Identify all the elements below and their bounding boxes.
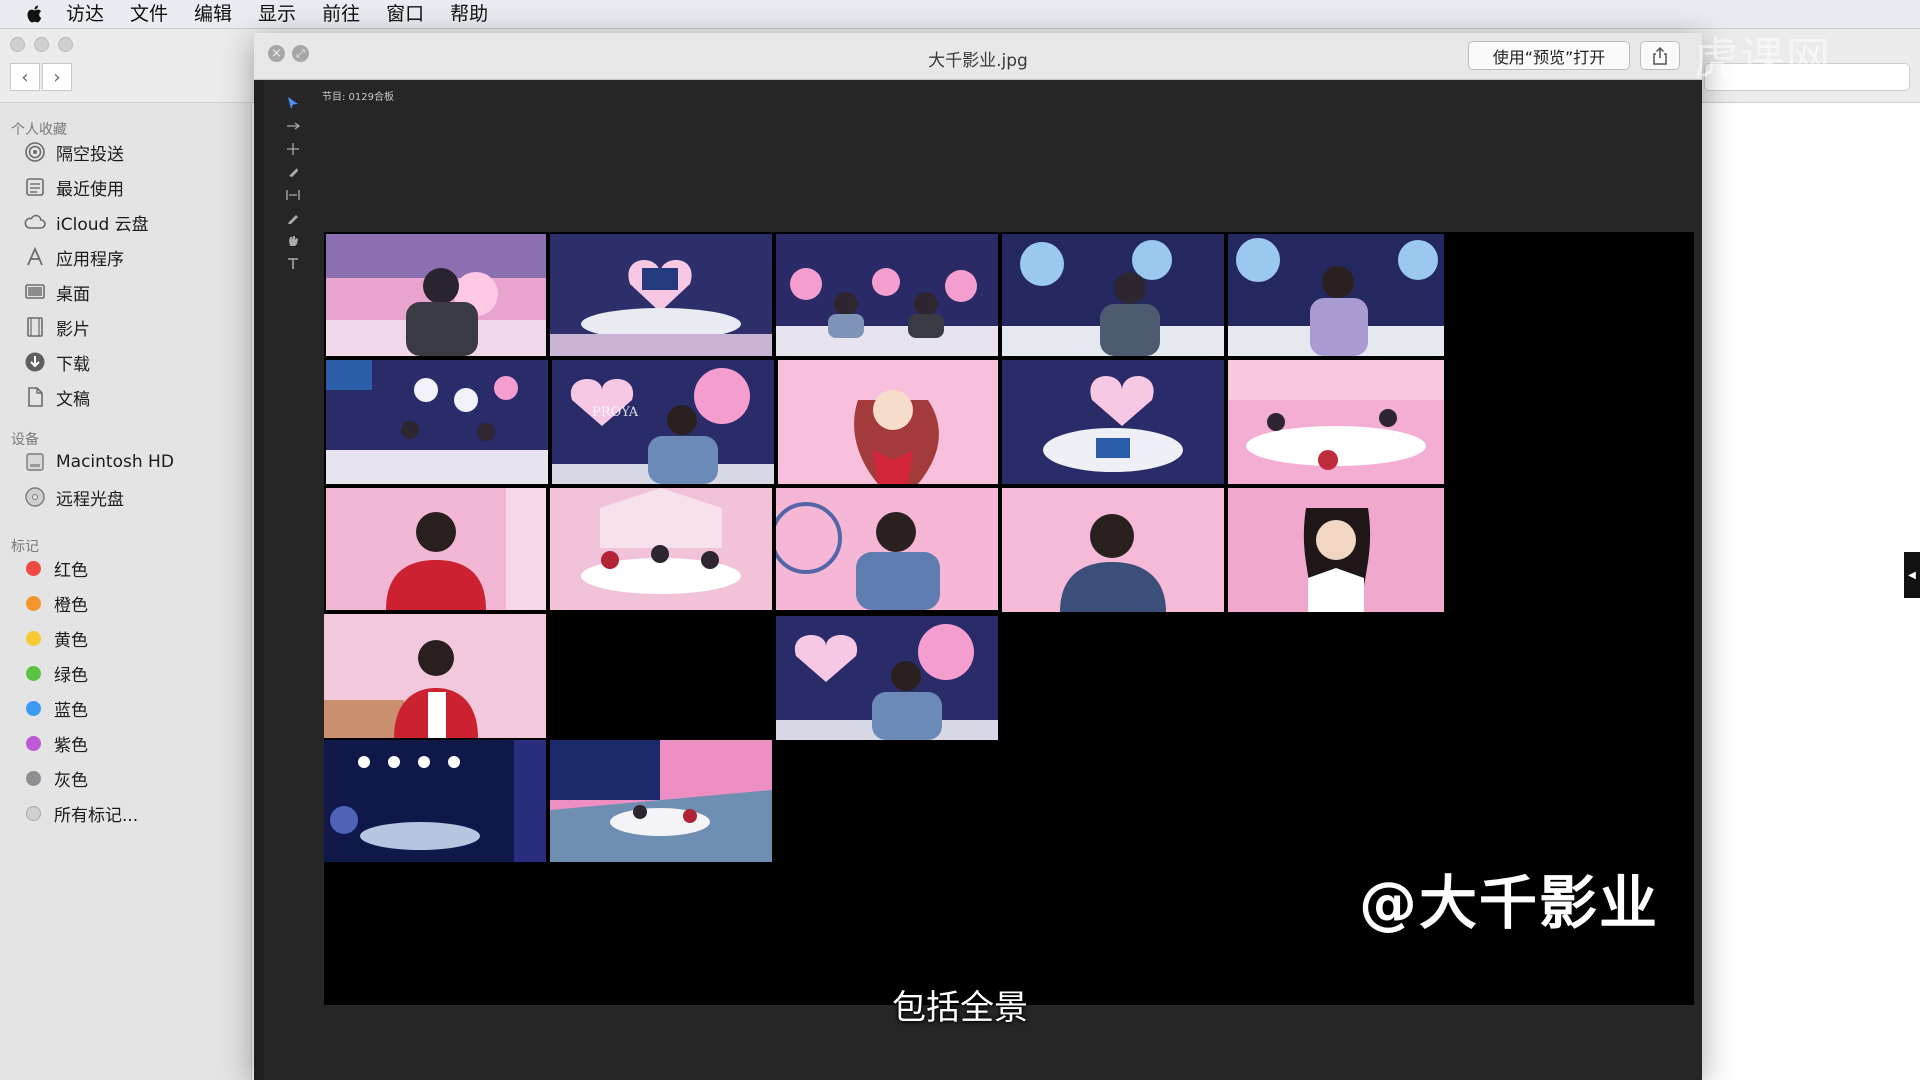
- thumbnail: [326, 488, 546, 610]
- pen-tool-icon: [284, 209, 302, 227]
- site-logo: 虎课网: [1694, 33, 1832, 84]
- downloads-icon: [22, 349, 48, 375]
- watermark-text: @大千影业: [1359, 869, 1660, 937]
- documents-icon: [22, 384, 48, 410]
- close-button[interactable]: [10, 37, 25, 52]
- tag-color-dot: [26, 770, 41, 786]
- menu-help[interactable]: 帮助: [450, 0, 488, 29]
- panel-toggle-button[interactable]: ◀: [1904, 552, 1920, 598]
- share-button[interactable]: [1640, 41, 1680, 70]
- thumbnail: [776, 234, 998, 356]
- chevron-left-icon: ◀: [1908, 569, 1916, 581]
- sidebar-tag-red[interactable]: 红色: [22, 553, 88, 583]
- tag-color-dot: [26, 700, 41, 716]
- sidebar-item-applications[interactable]: 应用程序: [22, 242, 124, 272]
- airdrop-icon: [22, 139, 48, 165]
- sidebar-item-documents[interactable]: 文稿: [22, 382, 90, 412]
- sidebar-item-downloads[interactable]: 下载: [22, 347, 90, 377]
- sidebar-item-desktop[interactable]: 桌面: [22, 277, 90, 307]
- quicklook-titlebar: × ⤢ 大千影业.jpg 使用“预览”打开: [254, 33, 1702, 80]
- thumbnail: [326, 234, 546, 356]
- all-tags-icon: [26, 805, 41, 821]
- finder-content: [1704, 103, 1920, 1080]
- sidebar-item-macintosh-hd[interactable]: Macintosh HD: [22, 447, 174, 477]
- panel-divider: [254, 80, 264, 1080]
- menu-file[interactable]: 文件: [130, 0, 168, 29]
- quicklook-window: × ⤢ 大千影业.jpg 使用“预览”打开 节目: 0129合板 PROYA @…: [254, 33, 1702, 1080]
- devices-header: 设备: [11, 432, 39, 448]
- thumbnail: [1228, 360, 1444, 484]
- sidebar-item-icloud[interactable]: iCloud 云盘: [22, 207, 149, 237]
- optical-disc-icon: [22, 484, 48, 510]
- sidebar-tag-gray[interactable]: 灰色: [22, 763, 88, 793]
- image-preview: 节目: 0129合板 PROYA @大千影业: [254, 80, 1702, 1080]
- open-with-preview-button[interactable]: 使用“预览”打开: [1468, 41, 1630, 70]
- recents-icon: [22, 174, 48, 200]
- sidebar-item-recents[interactable]: 最近使用: [22, 172, 124, 202]
- sidebar-tag-blue[interactable]: 蓝色: [22, 693, 88, 723]
- thumbnail: [550, 234, 772, 356]
- thumbnail: [1228, 234, 1444, 356]
- menu-view[interactable]: 显示: [258, 0, 296, 29]
- tag-color-dot: [26, 595, 41, 611]
- tag-color-dot: [26, 560, 41, 576]
- sidebar-tag-green[interactable]: 绿色: [22, 658, 88, 688]
- track-select-icon: [284, 117, 302, 135]
- tag-color-dot: [26, 665, 41, 681]
- applications-icon: [22, 244, 48, 270]
- disk-icon: [22, 449, 48, 475]
- back-button[interactable]: ‹: [10, 63, 40, 91]
- zoom-button[interactable]: [58, 37, 73, 52]
- sidebar-tag-orange[interactable]: 橙色: [22, 588, 88, 618]
- selection-tool-icon: [284, 94, 302, 112]
- thumbnail: [324, 614, 546, 738]
- menu-bar: 访达 文件 编辑 显示 前往 窗口 帮助: [0, 0, 1920, 29]
- sidebar-all-tags[interactable]: 所有标记...: [22, 798, 138, 828]
- menu-edit[interactable]: 编辑: [194, 0, 232, 29]
- sidebar-item-airdrop[interactable]: 隔空投送: [22, 137, 124, 167]
- sidebar-tag-yellow[interactable]: 黄色: [22, 623, 88, 653]
- chevron-left-icon: ‹: [21, 66, 29, 88]
- cloud-icon: [22, 209, 48, 235]
- razor-tool-icon: [284, 163, 302, 181]
- share-icon: [1653, 46, 1667, 65]
- thumbnail: [776, 488, 998, 610]
- chevron-right-icon: ›: [53, 66, 61, 88]
- forward-button[interactable]: ›: [42, 63, 72, 91]
- apple-icon[interactable]: [26, 4, 44, 24]
- thumbnail: [550, 740, 772, 862]
- thumbnail: [1002, 488, 1224, 612]
- menu-go[interactable]: 前往: [322, 0, 360, 29]
- brand-label: PROYA: [592, 405, 639, 420]
- slip-tool-icon: [284, 186, 302, 204]
- minimize-button[interactable]: [34, 37, 49, 52]
- desktop-icon: [22, 279, 48, 305]
- ripple-edit-icon: [284, 140, 302, 158]
- tool-strip: [272, 80, 314, 1080]
- sidebar-tag-purple[interactable]: 紫色: [22, 728, 88, 758]
- thumbnail: [326, 360, 548, 484]
- sidebar-item-movies[interactable]: 影片: [22, 312, 90, 342]
- type-tool-icon: [284, 255, 302, 273]
- sidebar-item-remote-disc[interactable]: 远程光盘: [22, 482, 124, 512]
- thumbnail: [550, 488, 772, 610]
- thumbnail: [776, 616, 998, 740]
- tag-color-dot: [26, 735, 41, 751]
- favorites-header: 个人收藏: [11, 122, 67, 138]
- thumbnail: [778, 360, 998, 484]
- finder-sidebar: 个人收藏 隔空投送 最近使用 iCloud 云盘 应用程序 桌面 影片 下载 文…: [0, 103, 252, 1080]
- thumbnail: [1002, 360, 1224, 484]
- thumbnail: [324, 740, 546, 862]
- video-subtitle: 包括全景: [892, 988, 1028, 1028]
- thumbnail: [552, 360, 774, 484]
- tag-color-dot: [26, 630, 41, 646]
- thumbnail: [1228, 488, 1444, 612]
- movies-icon: [22, 314, 48, 340]
- hand-tool-icon: [284, 232, 302, 250]
- thumbnail: [1002, 234, 1224, 356]
- menu-finder[interactable]: 访达: [66, 0, 104, 29]
- menu-window[interactable]: 窗口: [386, 0, 424, 29]
- sequence-label: 节目: 0129合板: [322, 92, 394, 103]
